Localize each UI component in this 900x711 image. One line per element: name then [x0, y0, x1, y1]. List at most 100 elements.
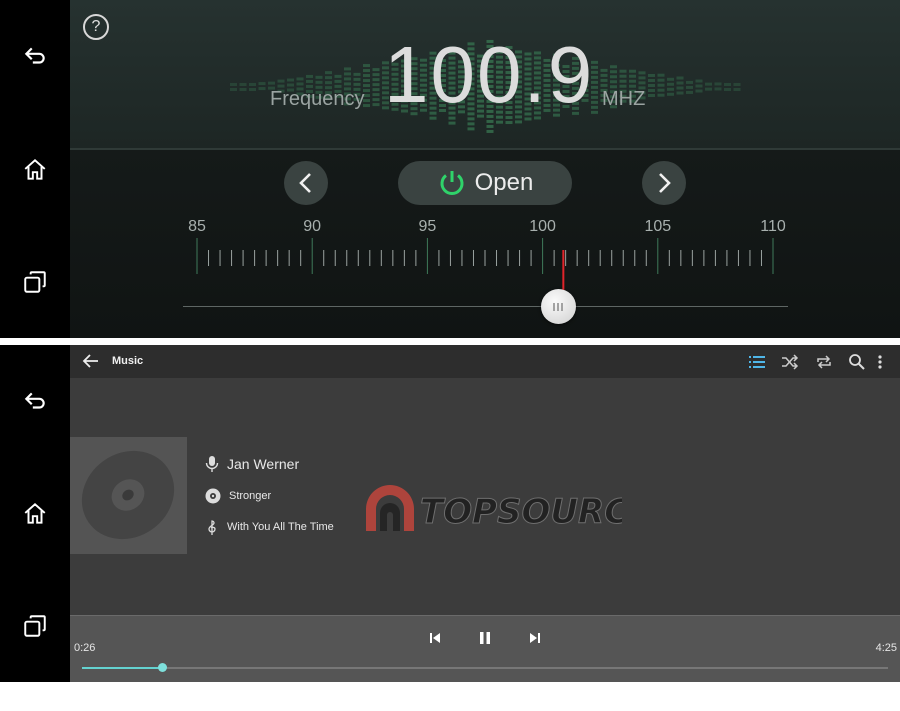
equalizer-bar — [344, 77, 351, 81]
more-options-button[interactable] — [874, 353, 886, 371]
radio-power-button[interactable]: Open — [398, 161, 572, 205]
microphone-icon — [205, 456, 219, 472]
equalizer-bar — [695, 84, 703, 88]
equalizer-bar — [325, 71, 332, 75]
nav-home-button[interactable] — [17, 496, 53, 532]
equalizer-bar — [705, 82, 712, 86]
open-label: Open — [474, 169, 534, 196]
equalizer-bar — [657, 93, 665, 97]
equalizer-bar — [629, 69, 636, 73]
skip-previous-icon — [430, 633, 440, 643]
equalizer-bar — [325, 76, 332, 80]
equalizer-bar — [638, 81, 646, 85]
tuning-slider-track[interactable] — [183, 306, 788, 307]
shuffle-button[interactable] — [781, 353, 799, 371]
search-icon — [849, 354, 865, 370]
album-art — [70, 437, 187, 554]
scale-label: 85 — [188, 218, 206, 235]
scale-label: 100 — [529, 218, 556, 235]
equalizer-bar — [600, 83, 608, 87]
equalizer-bar — [249, 83, 256, 86]
music-back-button[interactable] — [82, 352, 100, 370]
equalizer-bar — [239, 88, 247, 91]
seek-bar[interactable] — [82, 663, 888, 672]
equalizer-bar — [686, 85, 693, 89]
equalizer-bar — [629, 74, 636, 78]
equalizer-bar — [676, 81, 684, 85]
equalizer-bar — [372, 88, 380, 92]
track-name: With You All The Time — [227, 521, 334, 533]
equalizer-bar — [344, 67, 351, 71]
equalizer-bar — [372, 73, 380, 77]
repeat-button[interactable] — [815, 353, 833, 371]
topsource-logo: TOPSOURCE — [362, 479, 653, 539]
equalizer-bar — [296, 82, 304, 86]
equalizer-bar — [619, 74, 627, 78]
playback-bar — [70, 615, 900, 682]
equalizer-bar — [619, 69, 627, 73]
equalizer-bar — [344, 72, 351, 76]
seek-next-button[interactable] — [642, 161, 686, 205]
playlist-button[interactable] — [748, 353, 766, 371]
total-duration: 4:25 — [875, 642, 897, 654]
shuffle-icon — [782, 354, 799, 370]
equalizer-bar — [724, 83, 731, 86]
more-vert-icon — [878, 355, 882, 369]
nav-back-button[interactable] — [17, 38, 53, 74]
equalizer-bar — [676, 91, 684, 95]
equalizer-bar — [268, 81, 275, 85]
pause-button[interactable] — [475, 628, 495, 648]
skip-next-icon — [530, 633, 540, 643]
equalizer-bar — [353, 77, 361, 81]
equalizer-bar — [363, 64, 370, 68]
equalizer-bar — [496, 120, 503, 124]
watermark-text: TOPSOURCE — [420, 492, 622, 532]
chevron-right-icon — [659, 173, 671, 193]
equalizer-bar — [372, 98, 380, 102]
seek-bar-progress — [82, 667, 163, 669]
equalizer-bar — [239, 83, 247, 86]
equalizer-bar — [296, 77, 304, 81]
seek-prev-button[interactable] — [284, 161, 328, 205]
equalizer-bar — [638, 71, 646, 75]
equalizer-bar — [667, 87, 674, 91]
equalizer-bar — [363, 79, 370, 83]
nav-back-button[interactable] — [17, 383, 53, 419]
equalizer-bar — [686, 80, 693, 84]
equalizer-bar — [714, 82, 722, 86]
pause-icon — [480, 632, 490, 644]
equalizer-bar — [363, 69, 370, 73]
scale-label: 110 — [760, 218, 786, 235]
equalizer-bar — [676, 86, 684, 90]
equalizer-bar — [600, 68, 608, 72]
equalizer-bar — [657, 88, 665, 92]
equalizer-bar — [610, 70, 617, 74]
equalizer-bar — [287, 83, 294, 87]
grip-icon — [553, 302, 563, 311]
track-row: With You All The Time — [205, 518, 334, 536]
next-track-button[interactable] — [525, 628, 545, 648]
equalizer-bar — [467, 122, 475, 126]
equalizer-bar — [230, 83, 237, 86]
equalizer-bar — [667, 82, 674, 86]
tuning-slider-handle[interactable] — [540, 289, 576, 324]
equalizer-bar — [667, 77, 674, 81]
search-button[interactable] — [848, 353, 866, 371]
equalizer-bar — [610, 65, 617, 69]
nav-recents-button[interactable] — [17, 608, 53, 644]
equalizer-bar — [467, 127, 475, 131]
previous-track-button[interactable] — [425, 628, 445, 648]
album-name: Stronger — [229, 490, 272, 502]
equalizer-bar — [648, 83, 655, 87]
equalizer-bar — [353, 82, 361, 86]
nav-home-button[interactable] — [17, 152, 53, 188]
elapsed-time: 0:26 — [74, 642, 96, 654]
equalizer-bar — [714, 87, 722, 91]
equalizer-bar — [287, 78, 294, 82]
equalizer-bar — [648, 73, 655, 77]
frequency-scale[interactable] — [0, 236, 900, 316]
equalizer-bar — [695, 89, 703, 93]
equalizer-bar — [486, 124, 494, 128]
artist-name: Jan Werner — [227, 456, 300, 472]
help-button[interactable]: ? — [83, 14, 109, 40]
